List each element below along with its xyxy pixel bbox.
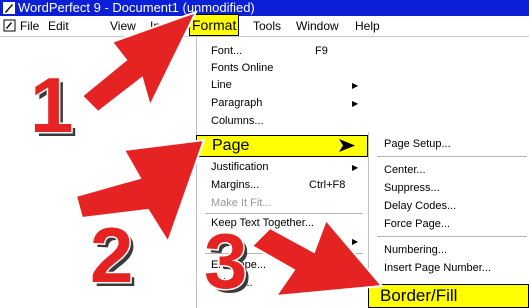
- menu-item-page[interactable]: Page: [196, 135, 368, 157]
- menu-separator: [377, 156, 527, 157]
- menu-item-fonts-online[interactable]: Fonts Online: [211, 62, 273, 74]
- step-number-1-shadow: 1: [34, 65, 77, 153]
- menu-file[interactable]: File: [20, 16, 39, 36]
- menu-item-paragraph[interactable]: Paragraph: [211, 97, 262, 109]
- menu-tools[interactable]: Tools: [253, 16, 281, 36]
- submenu-item-page-setup[interactable]: Page Setup...: [384, 138, 451, 150]
- menu-item-make-it-fit: Make It Fit...: [211, 197, 272, 209]
- submenu-item-center[interactable]: Center...: [384, 164, 426, 176]
- format-menu: Font... F9 Fonts Online Line ▶ Paragraph…: [196, 37, 369, 308]
- menu-bar: File Edit View Insert Format Tools Windo…: [0, 14, 529, 37]
- menu-help[interactable]: Help: [355, 16, 380, 36]
- wordperfect-app-icon: [3, 2, 15, 14]
- menu-item-justification[interactable]: Justification: [211, 161, 268, 173]
- submenu-arrow-icon: ▶: [352, 99, 359, 108]
- submenu-item-suppress[interactable]: Suppress...: [384, 182, 440, 194]
- border-fill-label: Border/Fill: [380, 286, 458, 305]
- menu-edit[interactable]: Edit: [48, 16, 69, 36]
- submenu-arrow-icon: [339, 139, 355, 152]
- submenu-item-delay-codes[interactable]: Delay Codes...: [384, 200, 456, 212]
- submenu-arrow-icon: ▶: [352, 237, 359, 246]
- step-number-1: 1: [30, 61, 73, 149]
- margins-shortcut: Ctrl+F8: [309, 179, 346, 191]
- page-submenu: Page Setup... Center... Suppress... Dela…: [368, 132, 529, 308]
- title-bar: WordPerfect 9 - Document1 (unmodified): [0, 0, 529, 16]
- font-shortcut: F9: [315, 45, 328, 57]
- submenu-item-force-page[interactable]: Force Page...: [384, 218, 450, 230]
- menu-format[interactable]: Format: [189, 14, 240, 36]
- menu-item-keep-together[interactable]: Keep Text Together...: [211, 217, 314, 229]
- menu-insert[interactable]: Insert: [150, 16, 180, 36]
- callout-arrow-2: [74, 138, 206, 245]
- menu-item-styles[interactable]: Styles: [211, 235, 241, 247]
- menu-item-font[interactable]: Font...: [211, 45, 242, 57]
- step-number-2: 2: [90, 211, 133, 299]
- document-control-icon[interactable]: [3, 19, 16, 32]
- menu-item-envelope[interactable]: Envelope...: [211, 259, 266, 271]
- submenu-item-numbering[interactable]: Numbering...: [384, 244, 447, 256]
- menu-item-margins[interactable]: Margins...: [211, 179, 259, 191]
- step-number-2-shadow: 2: [94, 215, 137, 303]
- menu-window[interactable]: Window: [296, 16, 339, 36]
- menu-item-line[interactable]: Line: [211, 79, 232, 91]
- menu-separator: [205, 253, 363, 254]
- submenu-item-insert-page-number[interactable]: Insert Page Number...: [384, 262, 491, 274]
- submenu-arrow-icon: ▶: [352, 163, 359, 172]
- page-label: Page: [212, 137, 250, 154]
- menu-separator: [205, 213, 363, 214]
- submenu-item-border-fill[interactable]: Border/Fill: [368, 284, 529, 308]
- menu-item-labels[interactable]: Labels...: [211, 277, 253, 289]
- submenu-arrow-icon: ▶: [352, 81, 359, 90]
- menu-separator: [377, 236, 527, 237]
- menu-item-columns[interactable]: Columns...: [211, 115, 264, 127]
- menu-view[interactable]: View: [110, 16, 136, 36]
